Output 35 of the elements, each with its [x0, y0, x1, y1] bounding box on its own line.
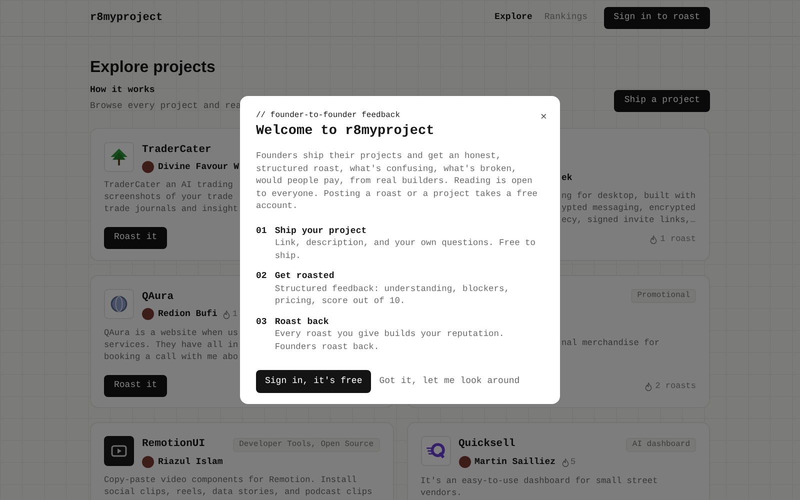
description-line: It's an easy-to-use dashboard for small street — [420, 474, 658, 487]
roast-count: 1 roast — [660, 233, 696, 246]
step-title: Ship your project — [274, 224, 368, 237]
page-title: Explore projects — [90, 58, 216, 78]
step-number: 02 — [256, 270, 267, 283]
description-line: services. They have all in — [104, 338, 238, 351]
description-line: QAura is a website when us — [104, 326, 238, 339]
description-line: ypted messaging, encrypted — [562, 202, 696, 214]
roast-count: 2 roasts — [655, 380, 696, 393]
eyebrow-label: // founder-to-founder feedback — [256, 110, 402, 121]
step-title: Get roasted — [274, 270, 336, 282]
category-tag: Promotional — [631, 289, 696, 303]
description-line: ecy, signed invite links,… — [562, 214, 696, 226]
description-line: ng for desktop, built with — [562, 190, 696, 202]
description-line: TraderCater an AI trading — [104, 179, 233, 191]
step-description: Structured feedback: understanding, blockers, pricing, score out of 10. — [274, 282, 510, 308]
step-title: Roast back — [274, 316, 330, 328]
step-description: Link, description, and your own questions. Free to ship. — [274, 237, 536, 262]
description-line: vendors. — [420, 486, 462, 499]
roast-count: 5 — [570, 456, 576, 469]
step-number: 03 — [256, 316, 267, 328]
dialog-title: Welcome to r8myproject — [256, 123, 434, 141]
section-subtitle: How it works — [90, 84, 156, 96]
description-line: trade journals and insight — [104, 203, 238, 215]
description-line: booking a call with me abo — [104, 350, 238, 363]
roast-count: 1 — [232, 308, 238, 321]
step-description: Every roast you give builds your reputation. Founders roast back. — [274, 328, 506, 353]
description-line: Copy-paste video components for Remotion. Install — [104, 474, 357, 486]
description-line: social clips, reels, data stories, and podcast clips — [104, 486, 372, 498]
category-tag: AI dashboard — [626, 438, 696, 452]
category-tag: Developer Tools, Open Source — [233, 438, 380, 452]
dialog-description: Founders ship their projects and get an honest, structured roast, what's confusing, what's broken, would people pay, from real builders. Reading is open to everyone. Posting a roast or a project takes a free account. — [256, 150, 539, 212]
description-line: nal merchandise for — [562, 337, 660, 349]
step-number: 01 — [256, 224, 267, 238]
description-line: screenshots of your trade — [104, 191, 233, 203]
